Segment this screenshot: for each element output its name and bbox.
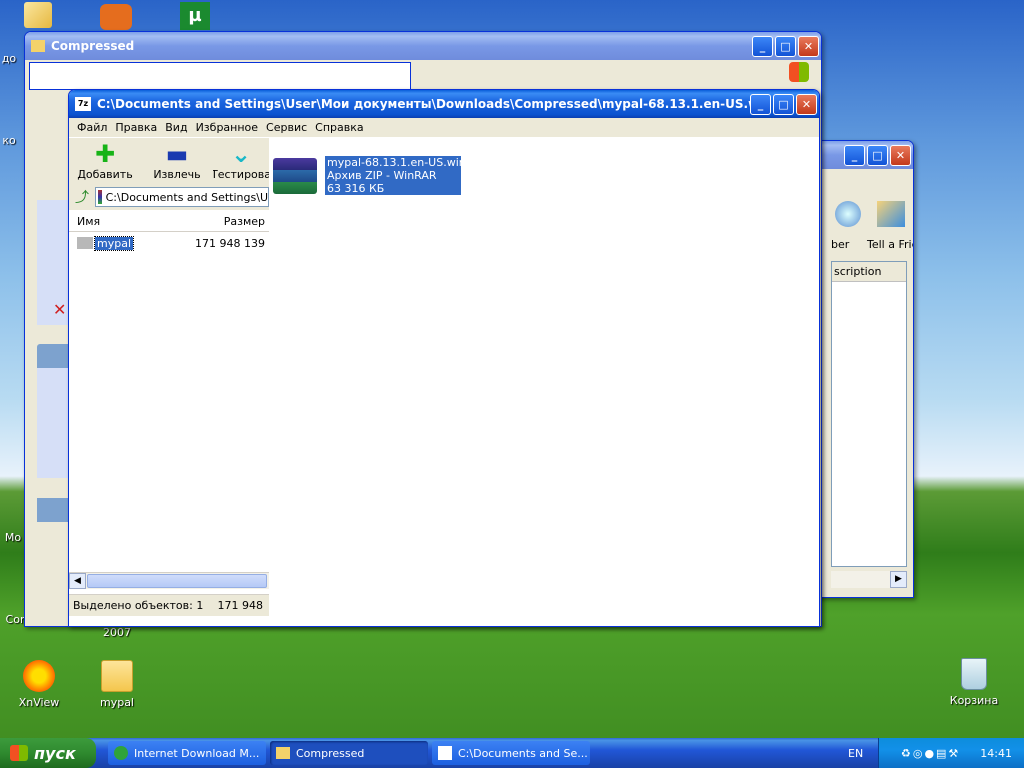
- close-button[interactable]: ✕: [890, 144, 911, 166]
- address-bar: ⤴ C:\Documents and Settings\U: [69, 184, 269, 210]
- window-title: C:\Documents and Settings\User\Мои докум…: [97, 97, 750, 111]
- taskbar: пуск Internet Download M... Compressed C…: [0, 738, 1024, 768]
- menu-item-file[interactable]: Файл: [73, 121, 111, 134]
- extract-button[interactable]: ▬ Извлечь: [141, 142, 213, 184]
- desktop-icon-mypal[interactable]: mypal: [80, 660, 154, 709]
- menu-bar: Файл Правка Вид Избранное Сервис Справка: [69, 118, 819, 138]
- test-button[interactable]: ⌄ Тестирова: [213, 142, 269, 184]
- desktop-icon-label: mypal: [99, 696, 134, 709]
- status-size: 171 948: [217, 599, 264, 612]
- maximize-button[interactable]: □: [867, 144, 888, 166]
- winrar-archive-icon: [98, 190, 102, 204]
- left-task-pane: [37, 344, 71, 368]
- desktop-icon-recycle-bin[interactable]: Корзина: [937, 658, 1011, 707]
- menu-item-service[interactable]: Сервис: [262, 121, 311, 134]
- folder-icon: [101, 660, 133, 692]
- archive-size: 63 316 КБ: [327, 182, 385, 195]
- add-icon: ✚: [94, 140, 116, 168]
- minimize-button[interactable]: _: [844, 144, 865, 166]
- language-indicator[interactable]: EN: [848, 747, 863, 760]
- horizontal-scrollbar[interactable]: ▶: [831, 571, 907, 588]
- desktop-icon-label: XnView: [18, 696, 60, 709]
- taskbar-label: C:\Documents and Se...: [458, 746, 588, 760]
- column-name[interactable]: Имя: [69, 210, 199, 231]
- up-folder-icon[interactable]: ⤴: [75, 187, 95, 207]
- column-size[interactable]: Размер: [199, 210, 269, 231]
- list-header: Имя Размер: [69, 210, 269, 232]
- taskbar-label: Internet Download M...: [134, 746, 260, 760]
- title-bar[interactable]: 7z C:\Documents and Settings\User\Мои до…: [69, 90, 819, 118]
- left-task-pane: [37, 368, 71, 478]
- tool-label: Извлечь: [153, 168, 201, 181]
- menu-item-view[interactable]: Вид: [161, 121, 191, 134]
- minimize-button[interactable]: _: [752, 35, 773, 57]
- tool-label: Тестирова: [213, 168, 269, 181]
- row-name: mypal: [93, 235, 135, 251]
- tell-friend-icon: [877, 201, 905, 227]
- close-button[interactable]: ✕: [796, 93, 817, 115]
- taskbar-button-winrar[interactable]: C:\Documents and Se...: [432, 741, 590, 765]
- taskbar-label: Compressed: [296, 746, 365, 760]
- desktop-top-icon[interactable]: [24, 2, 52, 28]
- toolbar-label[interactable]: Tell a Frie: [867, 238, 913, 251]
- windows-logo-icon: [789, 62, 809, 82]
- folder-icon: [77, 237, 93, 249]
- globe-icon: [835, 201, 861, 227]
- menu-item-edit[interactable]: Правка: [111, 121, 161, 134]
- file-list: Имя Размер mypal 171 948 139: [69, 210, 269, 572]
- archive-info-text: mypal-68.13.1.en-US.win32 Архив ZIP - Wi…: [325, 156, 480, 195]
- path-field[interactable]: C:\Documents and Settings\U: [95, 187, 269, 207]
- taskbar-button-idm[interactable]: Internet Download M...: [108, 741, 266, 765]
- path-text: C:\Documents and Settings\U: [105, 190, 268, 204]
- desktop-icon-label: Корзина: [949, 694, 999, 707]
- menu-item-favorites[interactable]: Избранное: [192, 121, 262, 134]
- delete-icon: ✕: [53, 300, 67, 319]
- maximize-button[interactable]: □: [775, 35, 796, 57]
- tool-label: Добавить: [77, 168, 133, 181]
- maximize-button[interactable]: □: [773, 93, 794, 115]
- left-task-pane: [37, 498, 71, 522]
- folder-icon: [276, 747, 290, 759]
- status-selected: Выделено объектов: 1: [73, 599, 204, 612]
- row-size: 171 948 139: [195, 236, 265, 250]
- windows-flag-icon: [10, 745, 28, 761]
- taskbar-button-compressed[interactable]: Compressed: [270, 741, 428, 765]
- start-button[interactable]: пуск: [0, 738, 96, 768]
- toolbar-label[interactable]: ber: [831, 238, 849, 251]
- status-bar: Выделено объектов: 1 171 948: [69, 594, 269, 616]
- archive-type: Архив ZIP - WinRAR: [327, 169, 437, 182]
- desktop-partial-label: 2007: [103, 626, 131, 639]
- add-button[interactable]: ✚ Добавить: [69, 142, 141, 184]
- minimize-button[interactable]: _: [750, 93, 771, 115]
- tray-icons[interactable]: ♻◎●▤⚒: [901, 747, 960, 760]
- recycle-bin-icon: [961, 658, 987, 690]
- menu-item-help[interactable]: Справка: [311, 121, 367, 134]
- winrar-app-icon: 7z: [75, 97, 91, 111]
- utorrent-icon[interactable]: µ: [180, 2, 210, 30]
- clock[interactable]: 14:41: [980, 747, 1012, 760]
- test-icon: ⌄: [230, 142, 252, 168]
- folder-icon: [31, 40, 45, 52]
- title-bar[interactable]: Compressed _ □ ✕: [25, 32, 821, 60]
- desktop-icon-xnview[interactable]: XnView: [2, 660, 76, 709]
- archive-name: mypal-68.13.1.en-US.win32: [327, 156, 480, 169]
- system-tray: ♻◎●▤⚒ 14:41: [878, 738, 1024, 768]
- table-row[interactable]: mypal 171 948 139: [69, 234, 269, 252]
- desktop-top-icon[interactable]: [100, 4, 132, 30]
- window-title: Compressed: [51, 39, 135, 53]
- winrar-archive-icon: [273, 158, 317, 194]
- horizontal-scrollbar[interactable]: ◀: [69, 572, 269, 589]
- winrar-window[interactable]: 7z C:\Documents and Settings\User\Мои до…: [68, 89, 820, 627]
- close-button[interactable]: ✕: [798, 35, 819, 57]
- column-header[interactable]: scription: [832, 262, 906, 282]
- start-label: пуск: [34, 743, 76, 763]
- extract-icon: ▬: [165, 140, 189, 168]
- xnview-icon: [23, 660, 55, 692]
- winrar-app-icon: [438, 746, 452, 760]
- idm-icon: [114, 746, 128, 760]
- toolbar: ✚ Добавить ▬ Извлечь ⌄ Тестирова: [69, 138, 269, 184]
